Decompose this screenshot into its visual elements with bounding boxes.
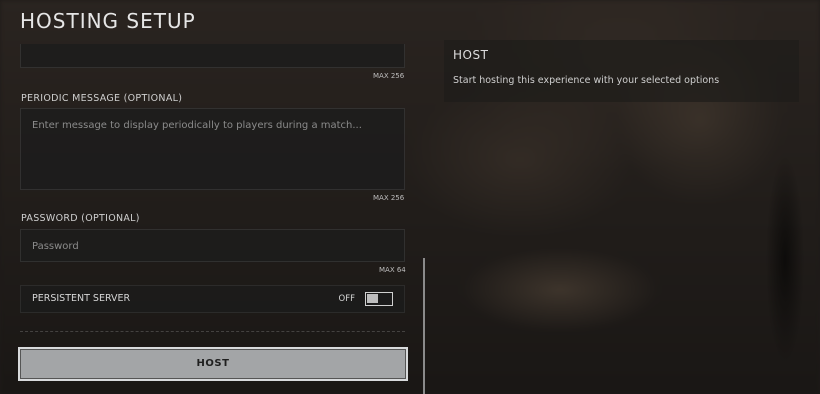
info-panel-description: Start hosting this experience with your …	[453, 75, 720, 86]
password-max: MAX 64	[379, 266, 406, 274]
persistent-server-row[interactable]: PERSISTENT SERVER OFF	[20, 285, 405, 313]
persistent-server-toggle[interactable]	[365, 292, 393, 306]
info-panel-title: HOST	[453, 48, 489, 62]
server-description-max: MAX 256	[373, 72, 405, 80]
background-figure	[760, 120, 810, 394]
form-scrollbar[interactable]	[423, 258, 425, 394]
section-divider	[20, 331, 405, 332]
host-info-panel: HOST Start hosting this experience with …	[444, 40, 799, 102]
periodic-message-max: MAX 256	[373, 194, 405, 202]
server-description-field[interactable]	[20, 44, 405, 68]
host-button[interactable]: HOST	[18, 347, 408, 381]
form-panel: MAX 256 PERIODIC MESSAGE (OPTIONAL) Ente…	[0, 0, 430, 394]
periodic-message-placeholder: Enter message to display periodically to…	[32, 120, 362, 131]
periodic-message-field[interactable]: Enter message to display periodically to…	[20, 108, 405, 190]
periodic-message-label: PERIODIC MESSAGE (OPTIONAL)	[21, 93, 183, 104]
password-label: PASSWORD (OPTIONAL)	[21, 213, 140, 224]
password-field[interactable]: Password	[20, 229, 405, 262]
toggle-knob	[367, 294, 378, 303]
password-placeholder: Password	[32, 241, 79, 252]
persistent-server-label: PERSISTENT SERVER	[32, 293, 131, 304]
persistent-server-state: OFF	[338, 294, 355, 304]
